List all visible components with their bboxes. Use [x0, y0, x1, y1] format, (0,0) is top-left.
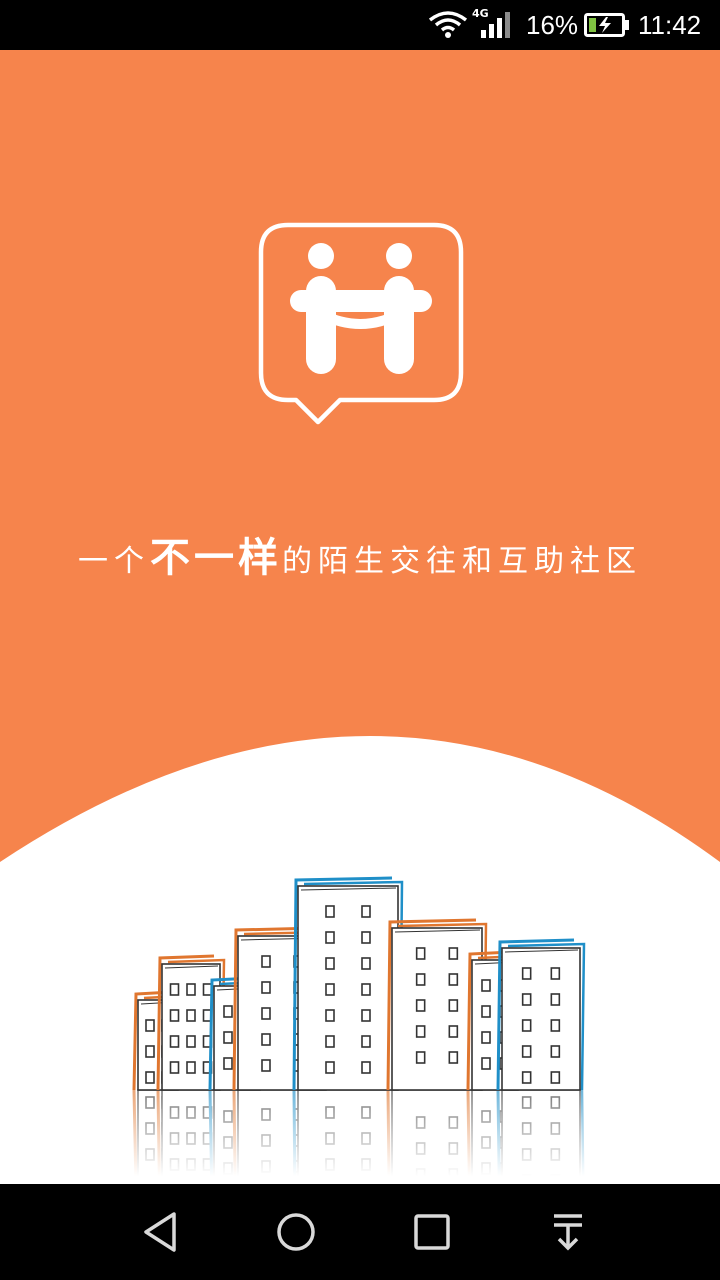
home-icon: [277, 1213, 315, 1251]
notification-pull-icon: [554, 1214, 582, 1251]
battery-charging-icon: [584, 13, 630, 41]
home-button[interactable]: [270, 1206, 322, 1258]
status-bar: 4G 16% 11:42: [0, 0, 720, 50]
splash-screen: 一个不一样的陌生交往和互助社区: [0, 50, 720, 1184]
app-logo-icon: [258, 222, 464, 480]
back-icon: [144, 1212, 176, 1252]
clock: 11:42: [638, 10, 702, 40]
battery-percent: 16%: [526, 10, 579, 40]
tagline-emphasis: 不一样: [150, 535, 282, 581]
tagline: 一个不一样的陌生交往和互助社区: [0, 536, 720, 584]
tagline-part-2: 的陌生交往和互助社区: [282, 544, 642, 579]
back-button[interactable]: [134, 1206, 186, 1258]
navigation-bar: [0, 1184, 720, 1280]
signal-icon: [480, 12, 512, 42]
notification-pull-button[interactable]: [542, 1206, 594, 1258]
recents-button[interactable]: [406, 1206, 458, 1258]
cityscape-svg: [130, 876, 590, 1184]
cityscape-illustration: [130, 876, 590, 1184]
recents-icon: [414, 1214, 450, 1250]
tagline-part-1: 一个: [78, 544, 150, 579]
wifi-icon: [428, 10, 468, 42]
